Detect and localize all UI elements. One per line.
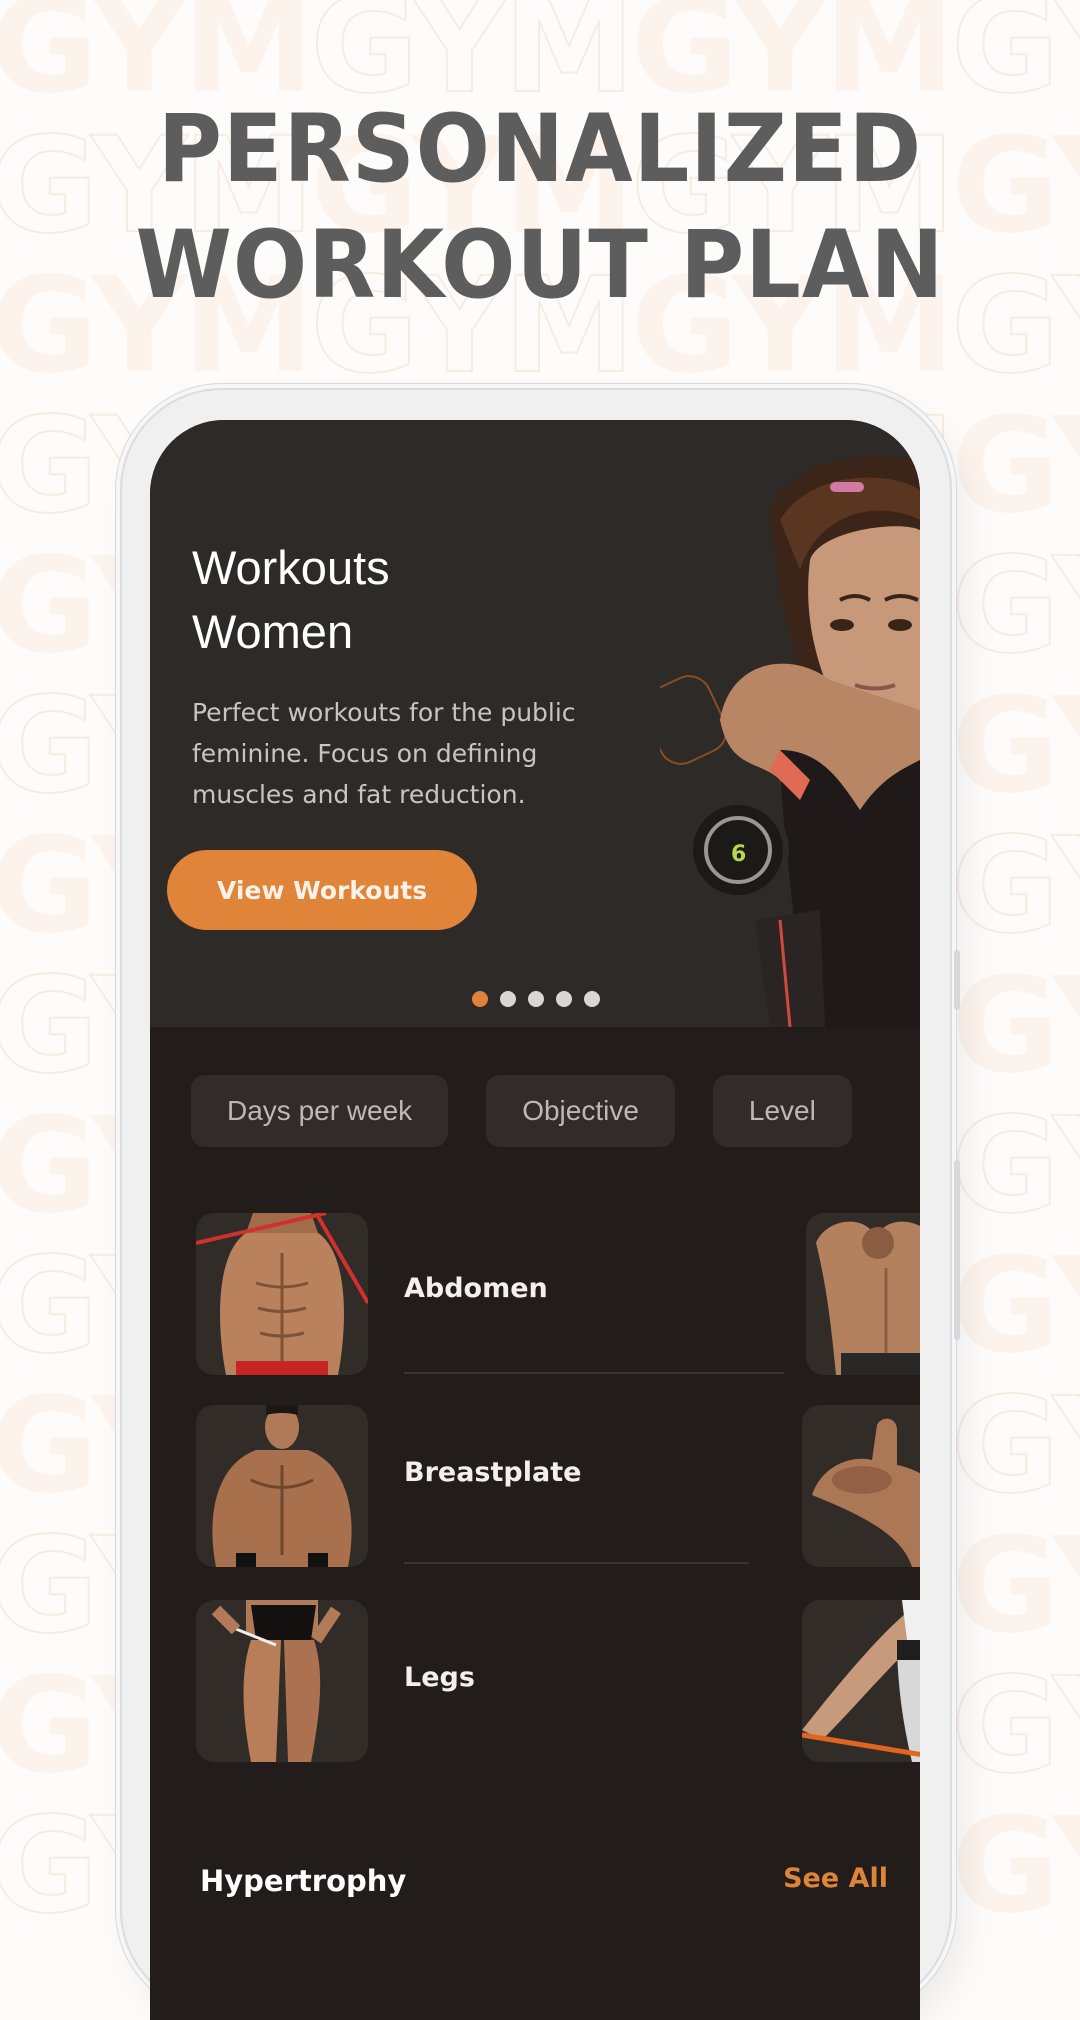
carousel-indicator (472, 991, 600, 1007)
filter-chips: Days per week Objective Level (191, 1075, 852, 1147)
watermark-word: GYM (951, 1509, 1080, 1663)
filter-chip-objective[interactable]: Objective (486, 1075, 675, 1147)
watermark-word: GYM (951, 1229, 1080, 1383)
carousel-dot[interactable] (500, 991, 516, 1007)
app-screen: Workouts Women Perfect workouts for the … (150, 420, 920, 2020)
watermark-word: GYM (950, 529, 1080, 683)
watermark-word: GYM (951, 949, 1080, 1103)
woman-dumbbell-image: 6 (642, 450, 920, 1028)
legs-image (196, 1600, 368, 1762)
phone-volume-button (954, 1160, 960, 1340)
category-item-breastplate[interactable]: Breastplate (196, 1405, 920, 1567)
hero-banner: Workouts Women Perfect workouts for the … (150, 420, 920, 1028)
glutes-band-image (802, 1600, 920, 1762)
category-label: Breastplate (404, 1457, 582, 1488)
watermark-word: GYM (951, 669, 1080, 823)
filter-chip-days-per-week[interactable]: Days per week (191, 1075, 449, 1147)
hero-description: Perfect workouts for the public feminine… (192, 698, 576, 809)
biceps-image (802, 1405, 920, 1567)
watermark-word: GYM (950, 809, 1080, 963)
carousel-dot-active[interactable] (472, 991, 488, 1007)
watermark-word: GYM (950, 1649, 1080, 1803)
phone-frame: Workouts Women Perfect workouts for the … (122, 390, 960, 2020)
category-item-abdomen[interactable]: Abdomen (196, 1213, 920, 1375)
carousel-dot[interactable] (528, 991, 544, 1007)
promo-headline: PERSONALIZED WORKOUT PLAN (0, 92, 1080, 324)
abs-image (196, 1213, 368, 1375)
carousel-dot[interactable] (556, 991, 572, 1007)
svg-text:6: 6 (731, 842, 746, 867)
view-workouts-button[interactable]: View Workouts (167, 850, 477, 930)
divider (404, 1562, 749, 1564)
watermark-word: GYM (951, 389, 1080, 543)
watermark-word: GYM (951, 1789, 1080, 1920)
hero-title-line-1: Workouts (192, 541, 390, 594)
category-label: Legs (404, 1662, 475, 1693)
hero-title: Workouts Women (192, 536, 512, 664)
category-item-legs[interactable]: Legs (196, 1600, 920, 1762)
watermark-word: GYM (950, 1089, 1080, 1243)
phone-power-button (954, 950, 960, 1010)
hero-title-line-2: Women (192, 605, 354, 658)
category-label: Abdomen (404, 1273, 548, 1304)
chest-image (196, 1405, 368, 1567)
see-all-button[interactable]: See All (783, 1863, 888, 1894)
headline-line-2: WORKOUT PLAN (135, 211, 945, 320)
divider (404, 1372, 784, 1374)
watermark-word: GYM (950, 1369, 1080, 1523)
back-image (806, 1213, 920, 1375)
filter-chip-level[interactable]: Level (712, 1075, 852, 1147)
headline-line-1: PERSONALIZED (157, 95, 923, 204)
carousel-dot[interactable] (584, 991, 600, 1007)
section-title-hypertrophy: Hypertrophy (200, 1864, 407, 1898)
